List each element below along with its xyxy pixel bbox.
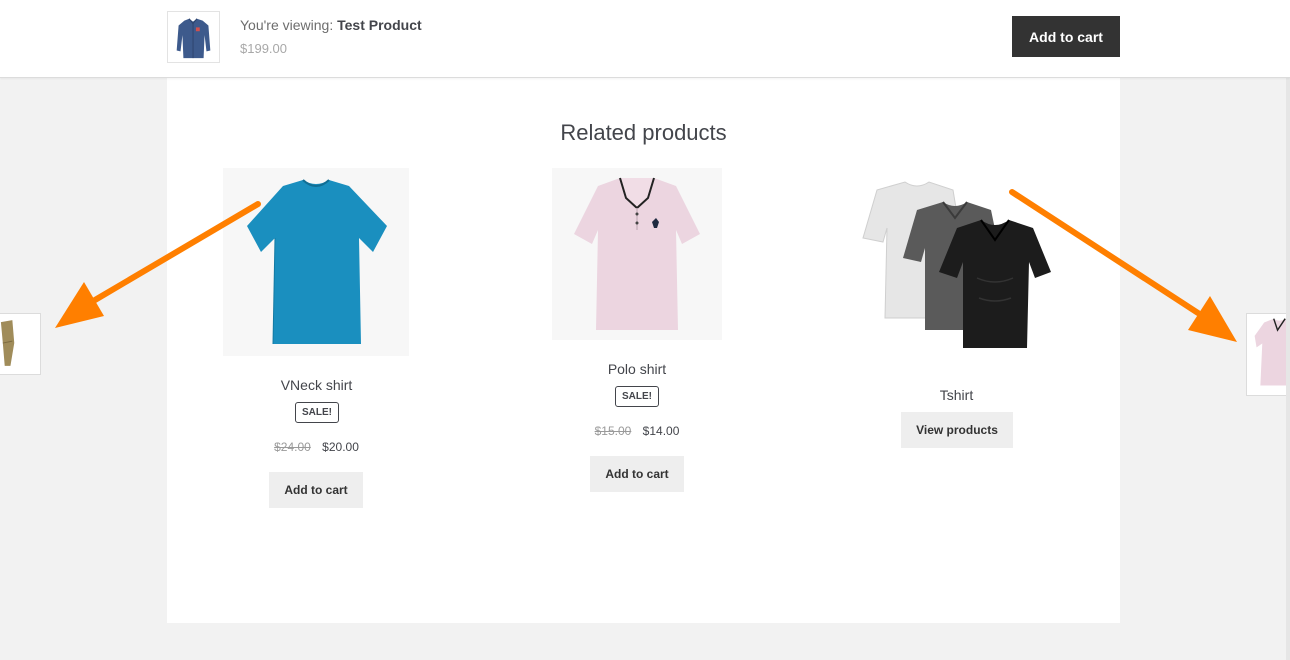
next-product-link[interactable] xyxy=(1246,313,1290,396)
product-card-tshirt: Tshirt View products xyxy=(857,168,1056,508)
product-card-polo: Polo shirt SALE! $15.00 $14.00 Add to ca… xyxy=(552,168,722,508)
price-row: $15.00 $14.00 xyxy=(552,424,722,438)
sticky-product-thumbnail[interactable] xyxy=(167,11,220,63)
product-card-vneck: VNeck shirt SALE! $24.00 $20.00 Add to c… xyxy=(217,168,416,508)
sticky-add-to-cart-bar: You're viewing: Test Product $199.00 Add… xyxy=(0,0,1290,78)
add-to-cart-button[interactable]: Add to cart xyxy=(269,472,363,508)
sale-price: $20.00 xyxy=(322,440,359,454)
previous-product-link[interactable] xyxy=(0,313,41,375)
sticky-product-name[interactable]: Test Product xyxy=(337,17,422,33)
old-price: $24.00 xyxy=(274,440,311,454)
product-image-tshirt[interactable] xyxy=(857,168,1056,366)
sticky-add-to-cart-button[interactable]: Add to cart xyxy=(1012,16,1120,57)
add-to-cart-button[interactable]: Add to cart xyxy=(590,456,684,492)
view-products-button[interactable]: View products xyxy=(901,412,1013,448)
section-title: Related products xyxy=(560,120,727,145)
product-name[interactable]: Tshirt xyxy=(857,387,1056,403)
sale-badge: SALE! xyxy=(615,386,659,407)
price-row: $24.00 $20.00 xyxy=(217,440,416,454)
viewing-prefix: You're viewing: xyxy=(240,17,334,33)
related-products-section: Related products VNeck shirt SALE! $24.0… xyxy=(167,78,1120,623)
sticky-product-price: $199.00 xyxy=(240,41,287,56)
product-name[interactable]: Polo shirt xyxy=(552,361,722,377)
sale-price: $14.00 xyxy=(642,424,680,438)
sale-badge: SALE! xyxy=(295,402,339,423)
old-price: $15.00 xyxy=(594,424,632,438)
product-image-vneck[interactable] xyxy=(223,168,409,356)
scrollbar-track[interactable] xyxy=(1286,78,1290,660)
product-name[interactable]: VNeck shirt xyxy=(217,377,416,393)
product-image-polo[interactable] xyxy=(552,168,722,340)
sticky-viewing-text: You're viewing: Test Product xyxy=(240,17,422,33)
